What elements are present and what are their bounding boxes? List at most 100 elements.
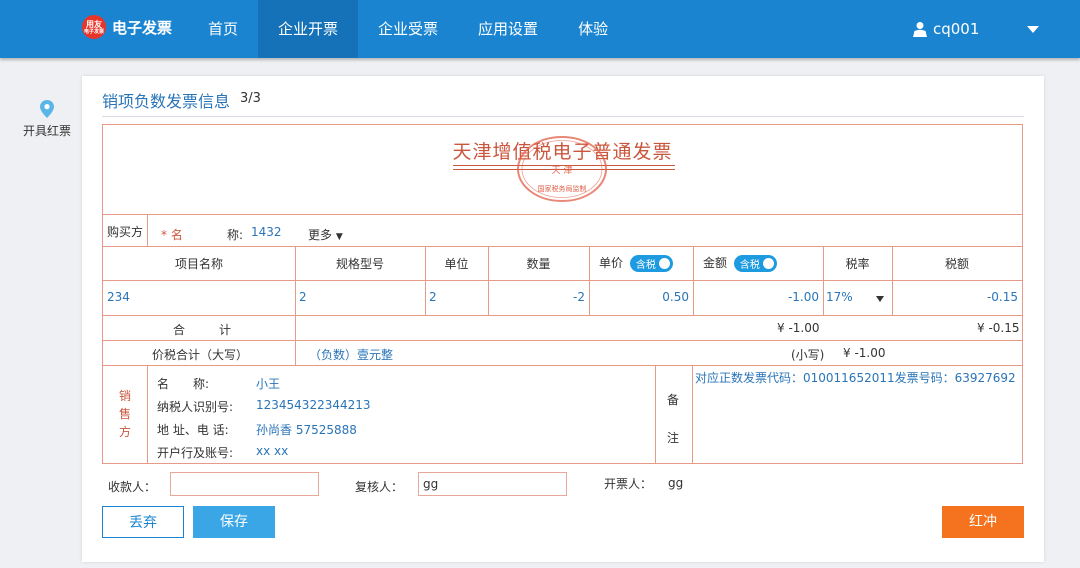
toggle-label: 含税	[635, 260, 656, 271]
remark-label-char-2: 注	[667, 431, 680, 445]
chevron-down-icon[interactable]	[1027, 26, 1039, 33]
item-price-cell[interactable]: 0.50	[590, 290, 689, 304]
col-divider	[655, 365, 656, 464]
save-button[interactable]: 保存	[193, 506, 275, 538]
nav-experience[interactable]: 体验	[558, 0, 628, 58]
caret-down-icon: ▼	[335, 232, 343, 242]
nav-enterprise-invoicing[interactable]: 企业开票	[258, 0, 359, 58]
official-seal: 天 津 国家税务局监制	[517, 136, 607, 202]
tax-rate-select[interactable]: 17%	[826, 290, 888, 304]
seal-bottom-text: 国家税务局监制	[538, 184, 587, 193]
seller-address-label: 地 址、电 话:	[157, 423, 229, 437]
col-header-item-name: 项目名称	[174, 257, 223, 271]
main-nav: 首页 企业开票 企业受票 应用设置 体验	[188, 0, 628, 58]
discard-button[interactable]: 丢弃	[102, 506, 184, 538]
more-link-text: 更多	[308, 228, 333, 242]
col-divider	[147, 365, 148, 464]
logo-badge-top: 用友	[86, 19, 102, 29]
seller-tax-id-label: 纳税人识别号:	[157, 400, 234, 414]
toggle-label: 含税	[739, 260, 760, 271]
grand-total-words: （负数）壹元整	[309, 348, 394, 362]
reviewer-label: 复核人：	[355, 480, 404, 494]
nav-home[interactable]: 首页	[188, 0, 258, 58]
buyer-more-toggle[interactable]: 更多 ▼	[308, 226, 343, 243]
item-spec-cell[interactable]: 2	[299, 290, 307, 304]
col-divider	[693, 246, 694, 315]
item-name-cell[interactable]: 234	[107, 290, 130, 304]
seller-section-char-3: 方	[119, 425, 132, 439]
logo-badge: 用友 电子发票	[82, 15, 106, 39]
col-divider	[692, 365, 693, 464]
col-header-quantity: 数量	[526, 257, 551, 271]
select-arrow-icon	[876, 296, 884, 302]
col-header-spec: 规格型号	[335, 257, 384, 271]
page-counter: 3/3	[240, 91, 261, 106]
app-name: 电子发票	[112, 18, 173, 37]
item-quantity-cell[interactable]: -2	[489, 290, 585, 304]
red-reverse-button[interactable]: 红冲	[942, 506, 1024, 538]
seller-name-label: 名 称:	[157, 377, 210, 391]
payee-input[interactable]	[170, 472, 319, 496]
reviewer-input[interactable]: gg	[418, 472, 567, 496]
issuer-value: gg	[668, 476, 684, 490]
tax-rate-value: 17%	[826, 290, 853, 304]
buyer-name-label: * 名	[161, 228, 183, 242]
title-divider	[102, 116, 1024, 117]
toggle-knob	[762, 258, 774, 269]
total-label-2: 计	[219, 323, 232, 337]
total-tax: ¥ -0.15	[977, 321, 1020, 335]
price-header-text: 单价	[599, 256, 624, 270]
user-menu[interactable]: cq001	[913, 0, 979, 58]
seller-section-char-1: 销	[119, 389, 132, 403]
total-label-1: 合	[173, 323, 186, 337]
col-header-unit: 单位	[444, 257, 469, 271]
grand-total-small-value: ¥ -1.00	[843, 346, 886, 360]
invoice-panel: 销项负数发票信息 3/3 天津增值税电子普通发票 天 津 国家税务局监制 购买方…	[82, 76, 1044, 562]
nav-enterprise-receiving[interactable]: 企业受票	[358, 0, 458, 58]
invoice-table: 天津增值税电子普通发票 天 津 国家税务局监制 购买方 * 名 称: 1432 …	[102, 124, 1023, 464]
row-divider	[103, 365, 1022, 366]
seller-bank-value: xx xx	[256, 444, 289, 458]
buyer-name-value[interactable]: 1432	[251, 225, 282, 239]
seller-address-value: 孙尚香 57525888	[256, 423, 357, 437]
sidebar-item-label: 开具红票	[22, 124, 71, 138]
row-divider	[103, 315, 1022, 316]
item-tax-cell: -0.15	[986, 290, 1018, 304]
item-amount-cell[interactable]: -1.00	[694, 290, 819, 304]
col-divider	[589, 246, 590, 315]
item-unit-cell[interactable]: 2	[429, 290, 437, 304]
nav-app-settings[interactable]: 应用设置	[458, 0, 558, 58]
amount-header-text: 金额	[703, 256, 728, 270]
seller-tax-id-value: 123454322344213	[256, 398, 371, 412]
seller-bank-label: 开户行及账号:	[157, 446, 234, 460]
col-header-tax: 税额	[944, 257, 969, 271]
total-amount: ¥ -1.00	[777, 321, 820, 335]
buyer-section-label: 购买方	[107, 225, 144, 239]
seller-section-char-2: 售	[119, 407, 132, 421]
top-nav-bar: 用友 电子发票 电子发票 首页 企业开票 企业受票 应用设置 体验 cq001	[0, 0, 1080, 58]
grand-total-label: 价税合计（大写）	[152, 348, 249, 362]
price-tax-included-toggle[interactable]: 含税	[629, 255, 673, 272]
seal-center-text: 天 津	[552, 165, 573, 176]
user-icon	[913, 22, 927, 37]
app-logo[interactable]: 用友 电子发票 电子发票	[82, 15, 172, 39]
amount-tax-included-toggle[interactable]: 含税	[733, 255, 777, 272]
map-pin-icon	[40, 100, 54, 118]
row-divider	[103, 280, 1022, 281]
remark-label-char-1: 备	[667, 393, 680, 407]
logo-badge-bottom: 电子发票	[83, 28, 104, 35]
col-header-tax-rate: 税率	[845, 257, 870, 271]
grand-total-small-label: (小写)	[791, 348, 825, 362]
remark-text[interactable]: 对应正数发票代码：010011652011发票号码：63927692	[695, 369, 1016, 386]
issuer-label: 开票人：	[604, 477, 653, 491]
sidebar-item-red-invoice[interactable]: 开具红票	[18, 100, 76, 139]
col-header-price: 单价 含税	[599, 254, 673, 272]
row-divider	[103, 214, 1022, 215]
payee-label: 收款人：	[108, 480, 157, 494]
col-header-amount: 金额 含税	[703, 254, 777, 272]
page-title: 销项负数发票信息	[102, 92, 231, 111]
user-name: cq001	[933, 20, 980, 38]
seller-name-value: 小王	[256, 377, 281, 391]
toggle-knob	[658, 258, 670, 269]
row-divider	[103, 246, 1022, 247]
